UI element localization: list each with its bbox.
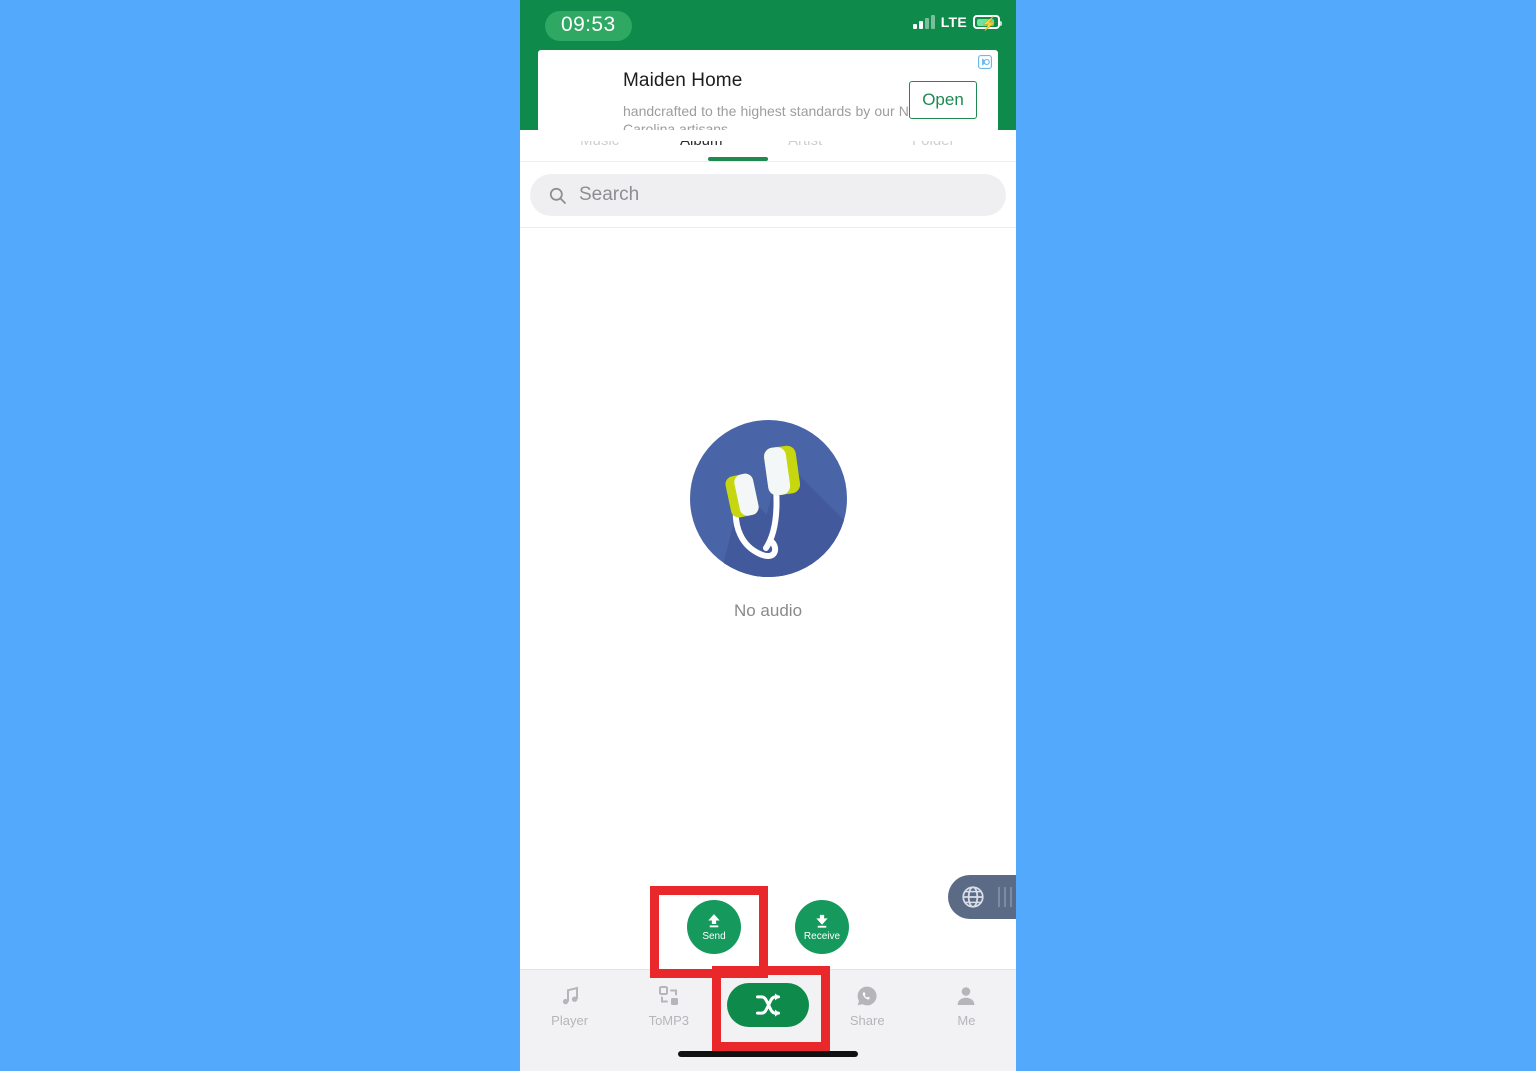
nav-label-share: Share — [849, 1012, 885, 1028]
earphones-illustration — [689, 420, 847, 577]
search-placeholder: Search — [579, 184, 640, 205]
tab-folder[interactable]: Folder — [912, 141, 955, 149]
drag-handle[interactable] — [998, 887, 1012, 907]
nav-item-tomp3[interactable]: ToMP3 — [619, 974, 718, 1036]
tab-strip: Music Album Artist Folder — [520, 130, 1016, 162]
music-note-icon — [558, 983, 582, 1009]
shuffle-transfer-icon — [755, 993, 781, 1017]
language-globe-button[interactable] — [948, 875, 1016, 919]
network-type-label: LTE — [940, 14, 967, 30]
nav-item-me[interactable]: Me — [917, 974, 1016, 1036]
download-arrow-icon — [816, 914, 828, 928]
adchoices-icon[interactable] — [978, 55, 992, 69]
search-icon — [549, 187, 566, 204]
send-button[interactable]: Send — [687, 900, 741, 954]
whatsapp-share-icon — [855, 983, 879, 1009]
search-input[interactable]: Search — [530, 174, 1006, 216]
tab-music[interactable]: Music — [580, 141, 619, 149]
ad-title: Maiden Home — [623, 70, 743, 91]
receive-label: Receive — [803, 931, 841, 942]
tab-album[interactable]: Album — [680, 141, 723, 149]
receive-button[interactable]: Receive — [795, 900, 849, 954]
empty-state: No audio — [520, 420, 1016, 621]
upload-arrow-icon — [708, 914, 720, 928]
ad-open-button[interactable]: Open — [909, 81, 977, 119]
transfer-actions: Send Receive — [520, 900, 1016, 954]
signal-bars-icon — [912, 15, 935, 29]
bottom-navigation: Player ToMP3 Share Me — [520, 969, 1016, 1071]
nav-center-transfer-button[interactable] — [727, 983, 809, 1027]
person-icon — [954, 983, 978, 1009]
battery-charging-icon: ⚡ — [973, 15, 1002, 31]
empty-state-message: No audio — [733, 601, 803, 620]
status-indicators: LTE ⚡ — [912, 14, 1002, 31]
tab-artist[interactable]: Artist — [788, 141, 822, 149]
home-indicator — [678, 1051, 858, 1057]
status-clock: 09:53 — [545, 11, 632, 41]
nav-label-tomp3: ToMP3 — [648, 1012, 690, 1028]
convert-icon — [657, 983, 681, 1009]
nav-item-transfer[interactable] — [718, 974, 817, 1036]
search-section: Search — [520, 162, 1016, 228]
send-label: Send — [702, 931, 726, 942]
nav-item-player[interactable]: Player — [520, 974, 619, 1036]
tab-active-indicator — [708, 157, 768, 161]
nav-label-me: Me — [957, 1012, 976, 1028]
charging-bolt-icon: ⚡ — [981, 16, 998, 31]
nav-item-share[interactable]: Share — [818, 974, 917, 1036]
globe-icon — [962, 886, 984, 908]
phone-screen: 09:53 LTE ⚡ Maiden Home handcrafted to t… — [520, 0, 1016, 1071]
status-bar: 09:53 LTE ⚡ — [520, 0, 1016, 50]
nav-label-player: Player — [551, 1012, 589, 1028]
